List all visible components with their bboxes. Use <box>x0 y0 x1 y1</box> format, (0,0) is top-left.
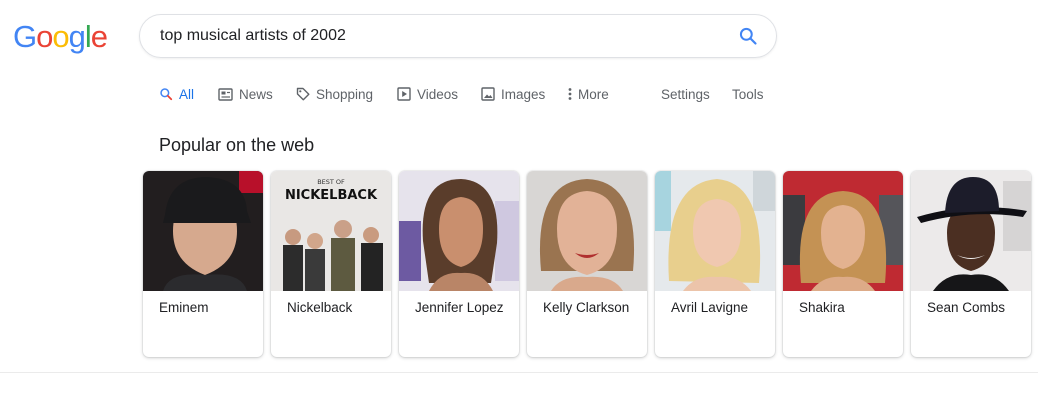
tab-images-label: Images <box>501 86 546 102</box>
tab-news-label: News <box>239 86 273 102</box>
search-icon[interactable] <box>738 26 758 46</box>
tab-images[interactable]: Images <box>481 84 545 104</box>
tab-tools[interactable]: Tools <box>732 84 764 104</box>
logo-letter-o1: o <box>36 19 53 54</box>
logo-letter-o2: o <box>52 19 69 54</box>
tab-more-label: More <box>578 86 609 102</box>
tab-more[interactable]: More <box>568 84 609 104</box>
artist-photo: BEST OF NICKELBACK <box>271 171 391 291</box>
logo-letter-g: G <box>13 19 37 54</box>
artist-name: Shakira <box>799 300 845 315</box>
artist-card-sean-combs[interactable]: Sean Combs <box>911 171 1031 357</box>
artist-card-nickelback[interactable]: BEST OF NICKELBACK Nickelback <box>271 171 391 357</box>
tab-settings-label: Settings <box>661 86 710 102</box>
search-box <box>139 14 777 58</box>
artist-name: Eminem <box>159 300 209 315</box>
artist-photo <box>783 171 903 291</box>
tab-all[interactable]: All <box>159 84 194 104</box>
tab-all-label: All <box>179 86 195 102</box>
news-icon <box>218 87 233 101</box>
artist-photo <box>527 171 647 291</box>
tag-icon <box>296 87 310 101</box>
artist-card-shakira[interactable]: Shakira <box>783 171 903 357</box>
search-input[interactable] <box>160 15 720 57</box>
artist-photo <box>655 171 775 291</box>
nickelback-logo-text: NICKELBACK <box>285 188 378 203</box>
image-icon <box>481 87 495 101</box>
artist-name: Sean Combs <box>927 300 1006 315</box>
artist-card-avril-lavigne[interactable]: Avril Lavigne <box>655 171 775 357</box>
artist-card-eminem[interactable]: Eminem <box>143 171 263 357</box>
best-of-text: BEST OF <box>317 178 345 186</box>
artist-photo <box>399 171 519 291</box>
artist-name: Nickelback <box>287 300 353 315</box>
tab-tools-label: Tools <box>732 86 764 102</box>
search-icon <box>160 88 173 101</box>
tab-settings[interactable]: Settings <box>661 84 710 104</box>
artist-name: Avril Lavigne <box>671 300 749 315</box>
section-title: Popular on the web <box>159 135 315 155</box>
section-divider <box>0 372 1038 373</box>
artist-name: Jennifer Lopez <box>415 300 504 315</box>
artist-photo <box>911 171 1031 291</box>
video-icon <box>397 87 411 101</box>
tab-shopping[interactable]: Shopping <box>296 84 373 104</box>
tab-videos[interactable]: Videos <box>397 84 458 104</box>
artist-name: Kelly Clarkson <box>543 300 630 315</box>
google-logo[interactable]: Google <box>13 19 108 54</box>
logo-letter-g2: g <box>68 19 86 54</box>
artist-card-jennifer-lopez[interactable]: Jennifer Lopez <box>399 171 519 357</box>
logo-letter-e: e <box>90 19 108 54</box>
artist-photo <box>143 171 263 291</box>
tab-news[interactable]: News <box>218 84 273 104</box>
more-icon <box>568 88 572 100</box>
artist-card-kelly-clarkson[interactable]: Kelly Clarkson <box>527 171 647 357</box>
tab-shopping-label: Shopping <box>316 86 374 102</box>
tab-videos-label: Videos <box>417 86 459 102</box>
